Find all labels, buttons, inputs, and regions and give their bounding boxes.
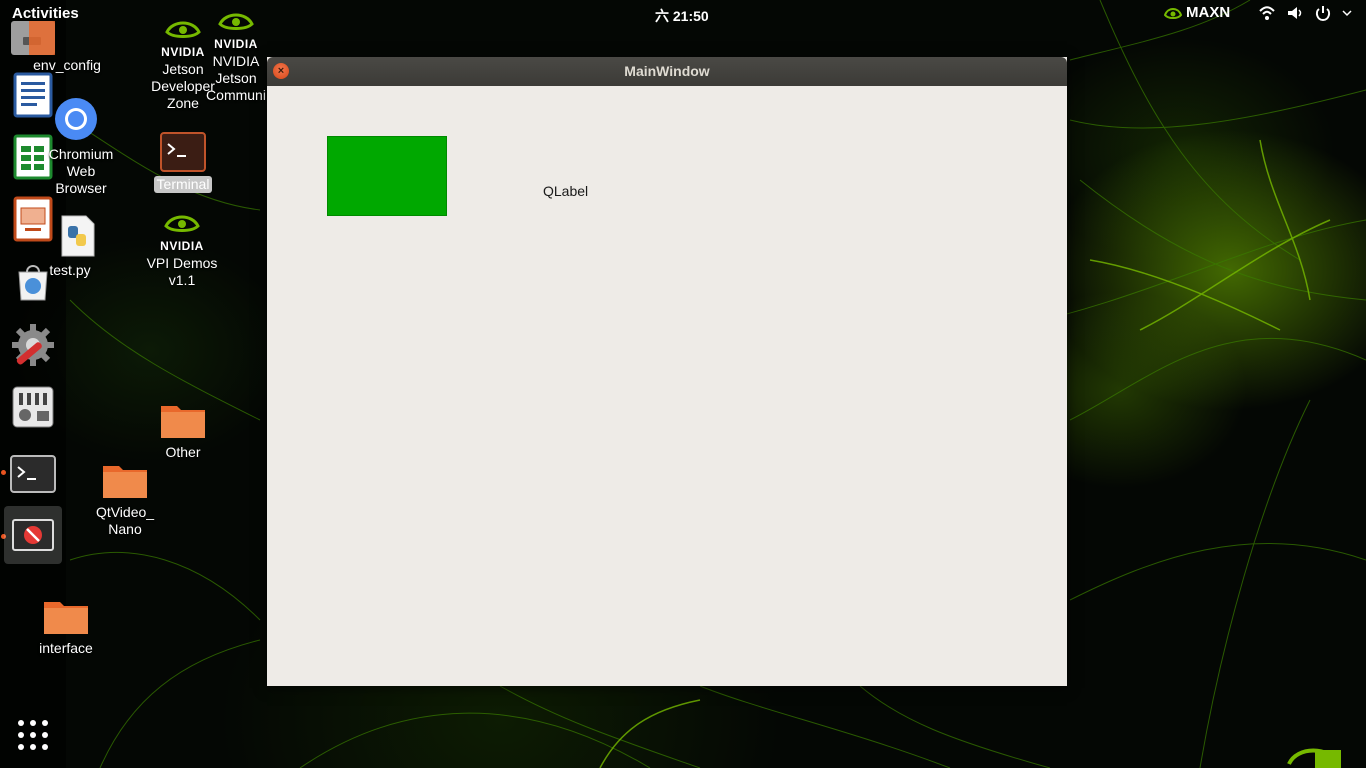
- volume-icon: [1286, 4, 1304, 22]
- desktop-icon-label: QtVideo_ Nano: [95, 504, 155, 537]
- desktop-icon-label: test.py: [49, 262, 91, 278]
- desktop-icon-vpi-demos[interactable]: NVIDIA VPI Demos v1.1: [142, 212, 222, 289]
- folder-icon: [44, 602, 88, 634]
- nvidia-logo-text: NVIDIA: [214, 37, 258, 51]
- power-mode-indicator[interactable]: MAXN: [1164, 4, 1230, 21]
- clock[interactable]: 六 21:50: [655, 6, 709, 26]
- folder-icon: [103, 466, 147, 498]
- desktop-icon-other[interactable]: Other: [143, 400, 223, 461]
- terminal-icon: [160, 132, 206, 172]
- desktop-icon-qtvideo-nano[interactable]: QtVideo_ Nano: [85, 460, 165, 538]
- desktop-icon-test-py[interactable]: test.py: [30, 214, 110, 279]
- desktop-icon-chromium[interactable]: Chromium Web Browser: [26, 96, 113, 197]
- python-file-icon: [61, 215, 95, 257]
- terminal-icon: [10, 455, 56, 493]
- system-tray[interactable]: [1258, 4, 1352, 22]
- dock-settings[interactable]: [4, 316, 62, 374]
- activities-button[interactable]: Activities: [12, 5, 79, 22]
- desktop-icon-env-config[interactable]: env_config: [27, 57, 107, 74]
- app-blocked-icon: [12, 519, 54, 551]
- qlabel: QLabel: [543, 183, 589, 199]
- desktop-icon-label: interface: [39, 640, 93, 656]
- nvidia-icon: [1164, 7, 1182, 19]
- window-titlebar[interactable]: × MainWindow: [267, 57, 1067, 86]
- show-applications-button[interactable]: [4, 706, 62, 764]
- nvidia-logo-icon: [1287, 748, 1341, 768]
- power-icon: [1314, 4, 1332, 22]
- close-icon: ×: [277, 65, 285, 77]
- app-grid-icon: [18, 720, 48, 750]
- top-bar: Activities 六 21:50 MAXN: [0, 0, 1366, 28]
- settings-icon: [12, 324, 54, 366]
- power-mode-label: MAXN: [1186, 4, 1231, 21]
- desktop-icon-label: Terminal: [153, 176, 213, 193]
- desktop-icon-label: Other: [165, 444, 201, 460]
- tweaks-icon: [12, 386, 54, 428]
- window-title: MainWindow: [624, 63, 710, 79]
- desktop-icon-label: NVIDIA Jetson Communi: [206, 53, 266, 103]
- nvidia-icon: [164, 215, 200, 232]
- green-frame: [327, 136, 447, 216]
- desktop-icon-label: VPI Demos v1.1: [146, 255, 218, 288]
- dock-terminal[interactable]: [4, 445, 62, 503]
- desktop-icon-terminal[interactable]: Terminal: [143, 132, 223, 193]
- desktop-icon-label: Chromium Web Browser: [48, 146, 114, 196]
- dock-tweaks[interactable]: [4, 378, 62, 436]
- folder-icon: [161, 406, 205, 438]
- chromium-icon: [55, 98, 97, 140]
- desktop-icon-interface[interactable]: interface: [26, 596, 106, 657]
- close-button[interactable]: ×: [273, 63, 289, 79]
- desktop-icon-label: env_config: [33, 57, 101, 73]
- main-window: × MainWindow QLabel: [267, 57, 1067, 686]
- nvidia-logo-text: NVIDIA: [160, 239, 204, 253]
- nvidia-watermark: [1285, 740, 1345, 768]
- dock-running-app[interactable]: [4, 506, 62, 564]
- wifi-icon: [1258, 4, 1276, 22]
- chevron-down-icon: [1342, 4, 1352, 22]
